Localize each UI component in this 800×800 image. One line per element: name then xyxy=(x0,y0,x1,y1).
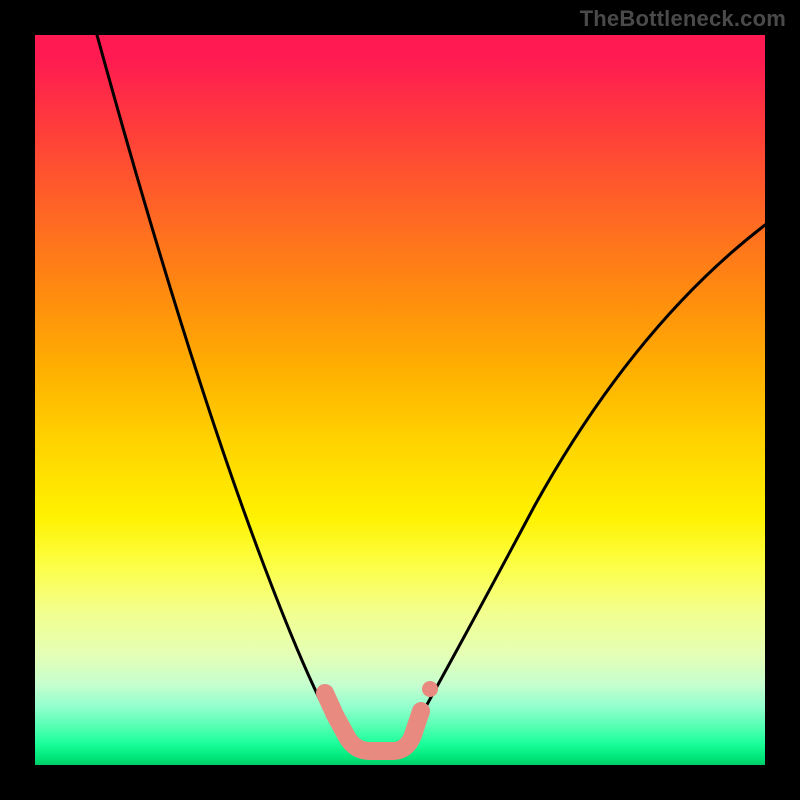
marker-dot xyxy=(422,681,438,697)
chart-plot xyxy=(35,35,765,765)
curve-valley-highlight xyxy=(325,693,421,751)
watermark-text: TheBottleneck.com xyxy=(580,6,786,32)
chart-frame: TheBottleneck.com xyxy=(0,0,800,800)
curve-right xyxy=(410,225,765,735)
curve-left xyxy=(97,35,347,741)
